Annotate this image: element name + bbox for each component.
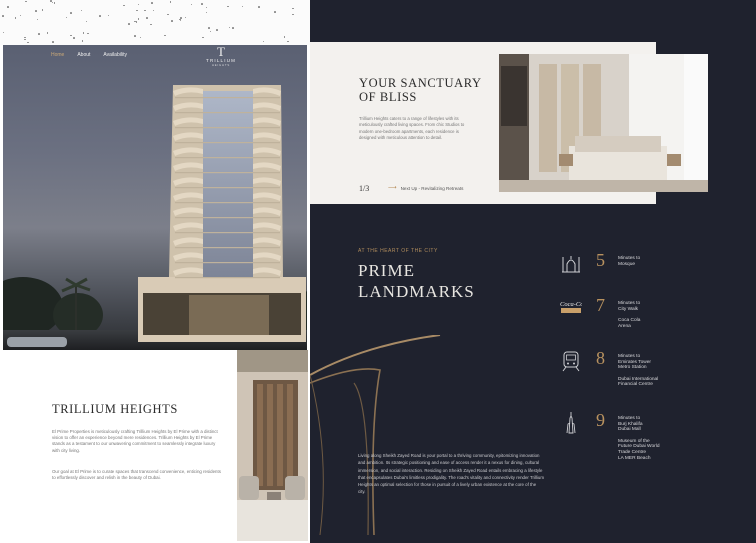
hero-section: Home About Availability T TRILLIUM HEIGH… <box>3 45 307 350</box>
landmark-minutes: 9 <box>596 410 605 430</box>
sanctuary-paragraph: Trillium Heights caters to a range of li… <box>359 116 465 141</box>
landmark-minutes: 7 <box>596 295 605 315</box>
brand-logo[interactable]: T TRILLIUM HEIGHTS <box>206 45 236 67</box>
left-panel: Home About Availability T TRILLIUM HEIGH… <box>0 0 310 543</box>
landmark-details: Minutes to Burj Khalifa Dubai Mall Museu… <box>618 416 660 461</box>
speckle-pattern <box>0 0 310 45</box>
tower-illustration <box>3 85 307 350</box>
next-slide-label: Next Up - Revitalizing Retreats <box>400 185 464 191</box>
bedroom-image <box>499 54 708 192</box>
right-panel: YOUR SANCTUARY OF BLISS Trillium Heights… <box>310 0 756 543</box>
trillium-logo-icon: T <box>217 45 225 59</box>
arrow-right-icon: ⟶ <box>388 184 397 191</box>
nav-home[interactable]: Home <box>51 52 64 58</box>
landmarks-eyebrow: AT THE HEART OF THE CITY <box>358 248 438 254</box>
intro-paragraph-2: Our goal at El Prime is to curate spaces… <box>52 469 221 481</box>
mosque-icon <box>562 256 580 273</box>
nav-availability[interactable]: Availability <box>103 52 127 58</box>
main-nav: Home About Availability <box>51 52 127 58</box>
metro-train-icon <box>562 351 580 372</box>
svg-text:Coca-Cola: Coca-Cola <box>560 301 582 308</box>
burj-khalifa-icon <box>566 412 576 434</box>
trillium-watermark-icon <box>310 335 441 535</box>
brand-sub: HEIGHTS <box>211 63 231 67</box>
lobby-image <box>237 350 308 541</box>
trillium-heading: TRILLIUM HEIGHTS <box>52 402 178 416</box>
sanctuary-card: YOUR SANCTUARY OF BLISS Trillium Heights… <box>310 42 708 204</box>
landmark-minutes: 8 <box>596 348 605 368</box>
sanctuary-heading: YOUR SANCTUARY OF BLISS <box>359 76 482 104</box>
nav-about[interactable]: About <box>77 52 90 58</box>
landmark-details: Minutes to Mosque <box>618 256 641 267</box>
landmark-details: Minutes to Emirates Tower Metro Station … <box>618 354 659 388</box>
landmark-minutes: 5 <box>596 250 605 270</box>
landmarks-paragraph: Living along Sheikh Zayed Road is your p… <box>358 453 545 495</box>
next-slide-link[interactable]: ⟶ Next Up - Revitalizing Retreats <box>388 184 464 191</box>
landmarks-heading: PRIME LANDMARKS <box>358 261 475 301</box>
slide-counter: 1/3 <box>359 184 370 193</box>
landmark-details: Minutes to City Walk Coca Cola Arena <box>618 301 641 329</box>
intro-paragraph-1: El Prime Properties is meticulously craf… <box>52 429 218 453</box>
coca-cola-icon: Coca-Cola <box>560 301 582 313</box>
